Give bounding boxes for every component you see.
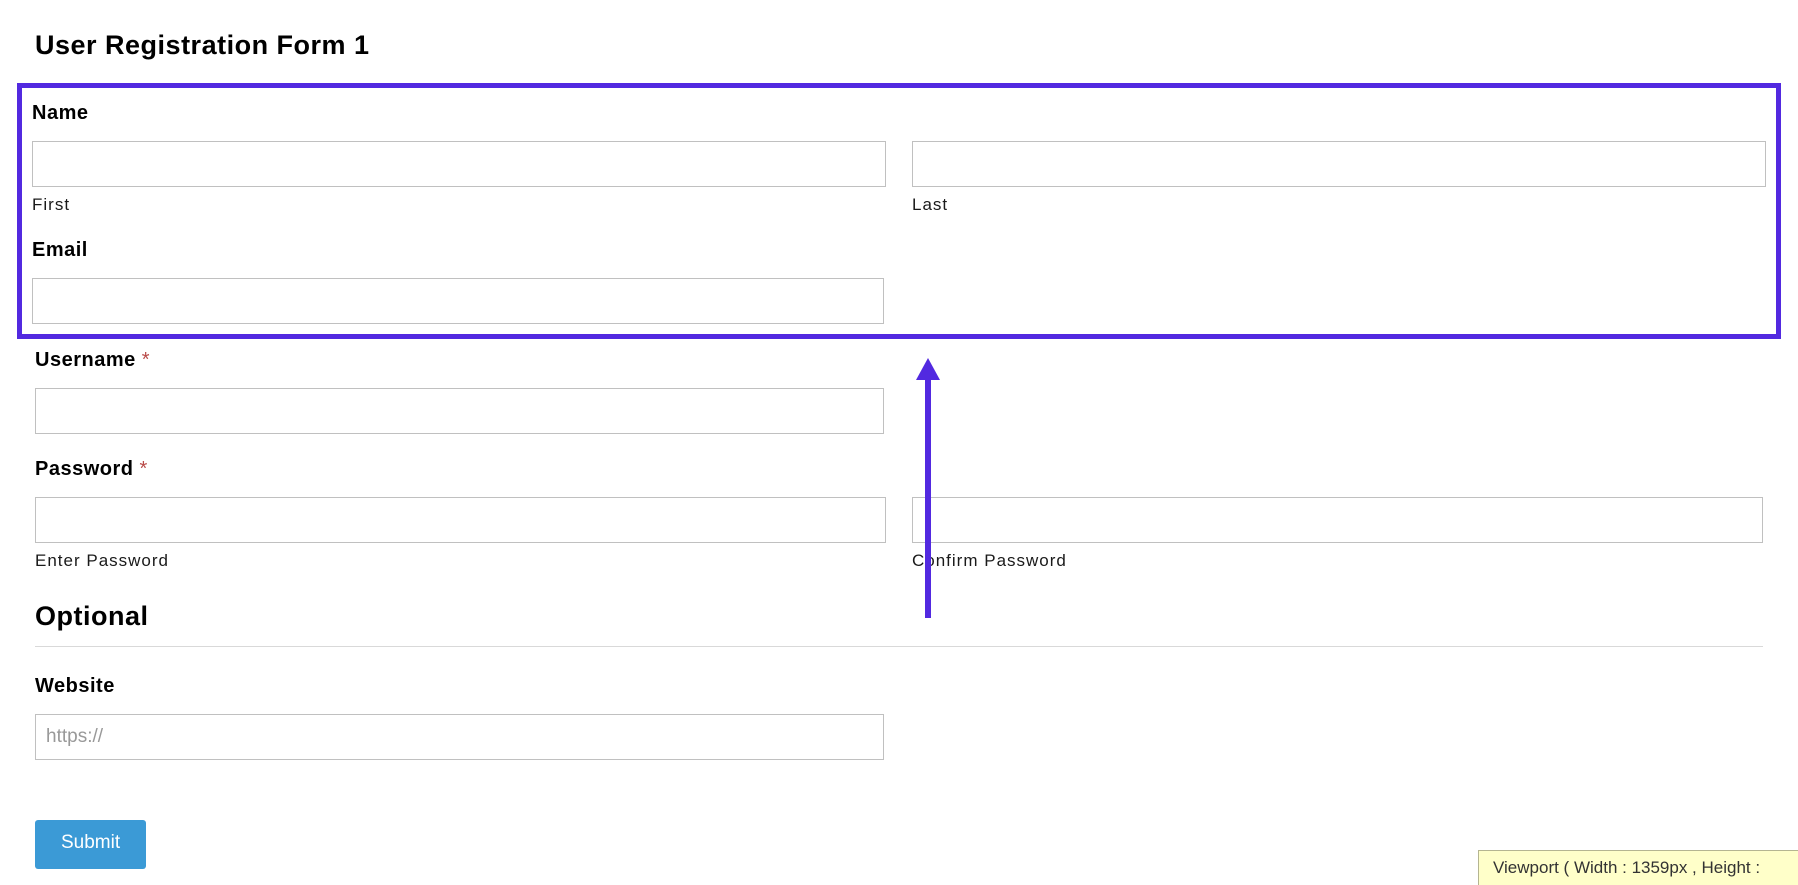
- last-name-input[interactable]: [912, 141, 1766, 187]
- submit-button[interactable]: Submit: [35, 820, 146, 869]
- username-label-text: Username: [35, 349, 136, 371]
- name-label: Name: [32, 102, 1766, 125]
- enter-password-sublabel: Enter Password: [35, 551, 886, 571]
- confirm-password-sublabel: Confirm Password: [912, 551, 1763, 571]
- required-star-icon: *: [142, 349, 150, 371]
- page-title: User Registration Form 1: [35, 30, 1763, 61]
- viewport-badge: Viewport ( Width : 1359px , Height :: [1478, 850, 1798, 885]
- website-field-group: Website: [35, 675, 1763, 760]
- username-field-group: Username *: [35, 349, 1763, 434]
- optional-heading: Optional: [35, 601, 1763, 632]
- email-field-group: Email: [32, 239, 1766, 324]
- first-name-input[interactable]: [32, 141, 886, 187]
- last-name-sublabel: Last: [912, 195, 1766, 215]
- website-input[interactable]: [35, 714, 884, 760]
- email-input[interactable]: [32, 278, 884, 324]
- password-label-text: Password: [35, 458, 133, 480]
- required-star-icon: *: [140, 458, 148, 480]
- username-input[interactable]: [35, 388, 884, 434]
- first-name-sublabel: First: [32, 195, 886, 215]
- password-label: Password *: [35, 458, 1763, 481]
- username-label: Username *: [35, 349, 1763, 372]
- website-label: Website: [35, 675, 1763, 698]
- name-field-group: Name First Last: [32, 102, 1766, 215]
- confirm-password-input[interactable]: [912, 497, 1763, 543]
- password-field-group: Password * Enter Password Confirm Passwo…: [35, 458, 1763, 571]
- section-divider: [35, 646, 1763, 647]
- highlight-annotation-box: Name First Last Email: [17, 83, 1781, 339]
- email-label: Email: [32, 239, 1766, 262]
- enter-password-input[interactable]: [35, 497, 886, 543]
